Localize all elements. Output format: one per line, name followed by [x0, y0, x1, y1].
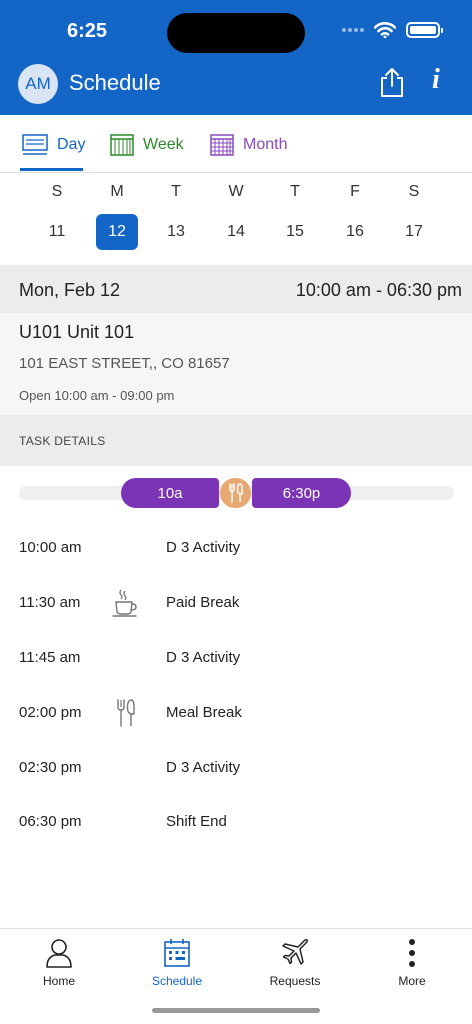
timeline-segment-start: 10a [121, 478, 219, 508]
timeline-segment-end: 6:30p [252, 478, 351, 508]
coffee-cup-icon [112, 589, 137, 617]
tab-week[interactable]: Week [110, 133, 184, 157]
page-title: Schedule [69, 70, 161, 95]
signal-icon [342, 28, 364, 32]
date-cell[interactable]: 16 [334, 214, 376, 250]
dynamic-island [167, 13, 305, 53]
weekday-label: W [228, 183, 244, 200]
tab-selected-indicator [20, 168, 83, 171]
tabbar-home[interactable]: Home [14, 937, 104, 988]
person-icon [46, 939, 72, 968]
day-view-icon [22, 134, 48, 155]
task-name: D 3 Activity [166, 649, 241, 666]
weekday-header: S M T W T F S [0, 183, 472, 203]
date-strip: 11 12 13 14 15 16 17 [0, 214, 472, 250]
location-address: 101 EAST STREET,, CO 81657 [19, 355, 230, 372]
date-cell[interactable]: 14 [215, 214, 257, 250]
more-vertical-icon [409, 939, 415, 967]
date-cell[interactable]: 13 [155, 214, 197, 250]
airplane-icon [282, 938, 309, 965]
task-row[interactable]: 02:00 pm Meal Break [0, 698, 472, 728]
timeline-end-label: 6:30p [282, 484, 321, 502]
task-time: 06:30 pm [19, 813, 82, 830]
home-indicator [152, 1008, 320, 1013]
date-cell-selected[interactable]: 12 [96, 214, 138, 250]
tabbar-schedule-label: Schedule [151, 974, 203, 988]
shift-date: Mon, Feb 12 [19, 280, 121, 300]
task-row[interactable]: 06:30 pm Shift End [0, 807, 472, 837]
task-time: 10:00 am [19, 539, 82, 556]
shift-date-bar: Mon, Feb 12 10:00 am - 06:30 pm [0, 265, 472, 313]
task-time: 02:30 pm [19, 759, 82, 776]
fork-knife-icon [228, 483, 243, 503]
week-view-icon [110, 134, 134, 156]
timeline-start-label: 10a [157, 484, 183, 502]
date-cell[interactable]: 11 [36, 214, 78, 250]
avatar[interactable]: AM [18, 64, 58, 104]
timeline-segment-break [220, 478, 251, 508]
weekday-label: F [350, 183, 360, 200]
tabbar-home-label: Home [42, 974, 75, 988]
task-details-header: TASK DETAILS [0, 415, 472, 466]
status-time: 6:25 [67, 20, 108, 42]
task-time: 11:45 am [19, 649, 81, 666]
shift-time-range: 10:00 am - 06:30 pm [295, 280, 462, 300]
view-tabs: Day Week Month [0, 115, 472, 173]
tabbar-schedule[interactable]: Schedule [132, 937, 222, 988]
tab-day-label: Day [57, 136, 86, 153]
task-row[interactable]: 11:45 am D 3 Activity [0, 643, 472, 673]
weekday-label: S [51, 183, 63, 200]
date-cell[interactable]: 15 [274, 214, 316, 250]
tab-month-label: Month [243, 136, 288, 153]
share-icon [381, 68, 403, 97]
task-row[interactable]: 11:30 am Paid Break [0, 588, 472, 618]
task-name: D 3 Activity [166, 759, 241, 776]
weekday-label: M [110, 183, 124, 200]
tabbar-requests[interactable]: Requests [250, 937, 340, 988]
share-button[interactable] [378, 66, 406, 98]
task-name: Paid Break [166, 594, 240, 611]
task-time: 11:30 am [19, 594, 81, 611]
wifi-icon [374, 22, 396, 38]
task-name: Meal Break [166, 704, 242, 721]
app-header: 6:25 AM Schedule i [0, 0, 472, 115]
calendar-icon [164, 939, 190, 967]
month-view-icon [210, 134, 234, 156]
date-cell[interactable]: 17 [393, 214, 435, 250]
tab-day[interactable]: Day [22, 133, 85, 157]
weekday-label: S [408, 183, 420, 200]
tab-week-label: Week [143, 136, 184, 153]
location-hours: Open 10:00 am - 09:00 pm [19, 388, 175, 403]
location-name: U101 Unit 101 [19, 322, 135, 342]
status-indicators [342, 22, 443, 38]
tabbar-more[interactable]: More [367, 937, 457, 988]
tab-month[interactable]: Month [210, 133, 287, 157]
weekday-label: T [290, 183, 300, 200]
weekday-label: T [171, 183, 181, 200]
task-details-label: TASK DETAILS [19, 434, 106, 448]
task-row[interactable]: 02:30 pm D 3 Activity [0, 753, 472, 783]
location-card[interactable]: U101 Unit 101 101 EAST STREET,, CO 81657… [0, 313, 472, 415]
info-icon: i [432, 64, 440, 95]
tabbar-more-label: More [398, 974, 426, 988]
task-time: 02:00 pm [19, 704, 82, 721]
task-name: Shift End [166, 813, 227, 830]
info-button[interactable]: i [432, 64, 440, 96]
task-row[interactable]: 10:00 am D 3 Activity [0, 533, 472, 563]
task-name: D 3 Activity [166, 539, 241, 556]
battery-icon [406, 22, 443, 38]
tabbar-requests-label: Requests [269, 974, 321, 988]
fork-knife-icon [117, 699, 135, 727]
